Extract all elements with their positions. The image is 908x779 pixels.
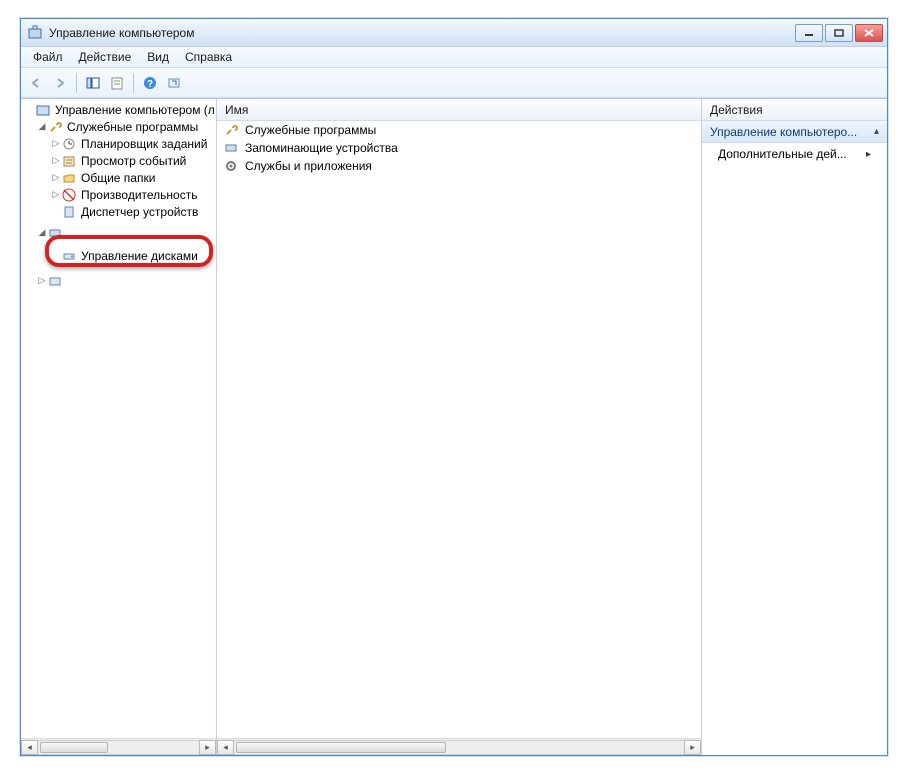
tree-label: Управление дисками [81,249,198,263]
toolbar: ? [21,68,887,98]
menu-bar: Файл Действие Вид Справка [21,47,887,68]
list-label: Службы и приложения [245,159,372,173]
tree-root[interactable]: Управление компьютером (л [21,101,216,118]
actions-more-label: Дополнительные дей... [718,147,847,161]
scroll-left-icon[interactable]: ◂ [21,740,38,755]
window-title: Управление компьютером [49,26,795,40]
collapse-icon[interactable]: ◢ [37,121,47,132]
tree-body: Управление компьютером (л ◢ Служебные пр… [21,99,216,738]
chevron-right-icon[interactable]: ▸ [866,149,871,160]
svg-text:?: ? [147,79,153,90]
titlebar[interactable]: Управление компьютером [21,19,887,47]
close-button[interactable] [855,24,883,42]
tools-icon [223,122,239,138]
tree-services-group[interactable]: ▷ [21,272,216,289]
tree-device-manager[interactable]: Диспетчер устройств [21,203,216,220]
tree-disk-management[interactable]: Управление дисками [21,247,216,264]
disk-icon [61,248,77,264]
app-icon [27,25,43,41]
tree-h-scrollbar[interactable]: ◂ ▸ [21,738,216,755]
list-pane: Имя Служебные программы Запоминающие уст… [217,99,702,755]
chevron-up-icon[interactable]: ▴ [874,126,879,137]
collapse-icon[interactable]: ◢ [37,227,47,238]
tools-icon [47,119,63,135]
expand-icon[interactable]: ▷ [37,275,47,286]
list-label: Запоминающие устройства [245,141,398,155]
tree-label [67,226,70,240]
menu-view[interactable]: Вид [139,48,177,66]
window-frame: Управление компьютером Файл Действие Вид… [20,18,888,756]
tree-label: Производительность [81,188,197,202]
list-item-services[interactable]: Службы и приложения [217,157,701,175]
properties-button[interactable] [106,72,128,94]
column-name: Имя [225,103,248,117]
maximize-button[interactable] [825,24,853,42]
tree-label: Служебные программы [67,120,198,134]
expand-icon[interactable]: ▷ [51,155,61,166]
list-item-storage[interactable]: Запоминающие устройства [217,139,701,157]
scroll-right-icon[interactable]: ▸ [199,740,216,755]
tree-label: Планировщик заданий [81,137,207,151]
storage-icon [47,225,63,241]
scroll-track[interactable] [234,740,684,755]
tree-pane: Управление компьютером (л ◢ Служебные пр… [21,99,217,755]
forward-button[interactable] [49,72,71,94]
actions-body [702,165,887,755]
toolbar-separator [133,73,134,93]
expand-icon[interactable]: ▷ [51,189,61,200]
minimize-button[interactable] [795,24,823,42]
tree-event-viewer[interactable]: ▷ Просмотр событий [21,152,216,169]
tree-shared-folders[interactable]: ▷ Общие папки [21,169,216,186]
actions-pane: Действия Управление компьютеро... ▴ Допо… [702,99,887,755]
help-button[interactable]: ? [139,72,161,94]
list-column-header[interactable]: Имя [217,99,701,121]
scroll-track[interactable] [38,740,199,755]
tree-utilities-group[interactable]: ◢ Служебные программы [21,118,216,135]
expand-icon[interactable]: ▷ [51,172,61,183]
menu-help[interactable]: Справка [177,48,240,66]
list-h-scrollbar[interactable]: ◂ ▸ [217,738,701,755]
event-log-icon [61,153,77,169]
tree-storage-group[interactable]: ◢ [21,224,216,241]
storage-icon [223,140,239,156]
content-area: Управление компьютером (л ◢ Служебные пр… [21,98,887,755]
list-item-utilities[interactable]: Служебные программы [217,121,701,139]
actions-group-label: Управление компьютеро... [710,125,857,139]
tree-task-scheduler[interactable]: ▷ Планировщик заданий [21,135,216,152]
expand-icon[interactable]: ▷ [51,138,61,149]
services-icon [47,273,63,289]
scroll-thumb[interactable] [40,742,108,753]
scroll-left-icon[interactable]: ◂ [217,740,234,755]
menu-action[interactable]: Действие [71,48,140,66]
refresh-button[interactable] [163,72,185,94]
computer-mgmt-icon [35,102,51,118]
clock-icon [61,136,77,152]
window-controls [795,24,883,42]
gear-icon [223,158,239,174]
tree-performance[interactable]: ▷ Производительность [21,186,216,203]
list-label: Служебные программы [245,123,376,137]
device-icon [61,204,77,220]
tree-label: Просмотр событий [81,154,186,168]
tree-label: Диспетчер устройств [81,205,198,219]
actions-header: Действия [702,99,887,121]
actions-more-link[interactable]: Дополнительные дей... ▸ [702,143,887,165]
actions-group-heading[interactable]: Управление компьютеро... ▴ [702,121,887,143]
scroll-thumb[interactable] [236,742,446,753]
tree-label: Управление компьютером (л [55,103,215,117]
tree-label [67,274,70,288]
actions-title: Действия [710,103,763,117]
back-button[interactable] [25,72,47,94]
list-body: Служебные программы Запоминающие устройс… [217,121,701,738]
tree-label: Общие папки [81,171,155,185]
scroll-right-icon[interactable]: ▸ [684,740,701,755]
menu-file[interactable]: Файл [25,48,71,66]
toolbar-separator [76,73,77,93]
show-tree-button[interactable] [82,72,104,94]
performance-icon [61,187,77,203]
folder-share-icon [61,170,77,186]
